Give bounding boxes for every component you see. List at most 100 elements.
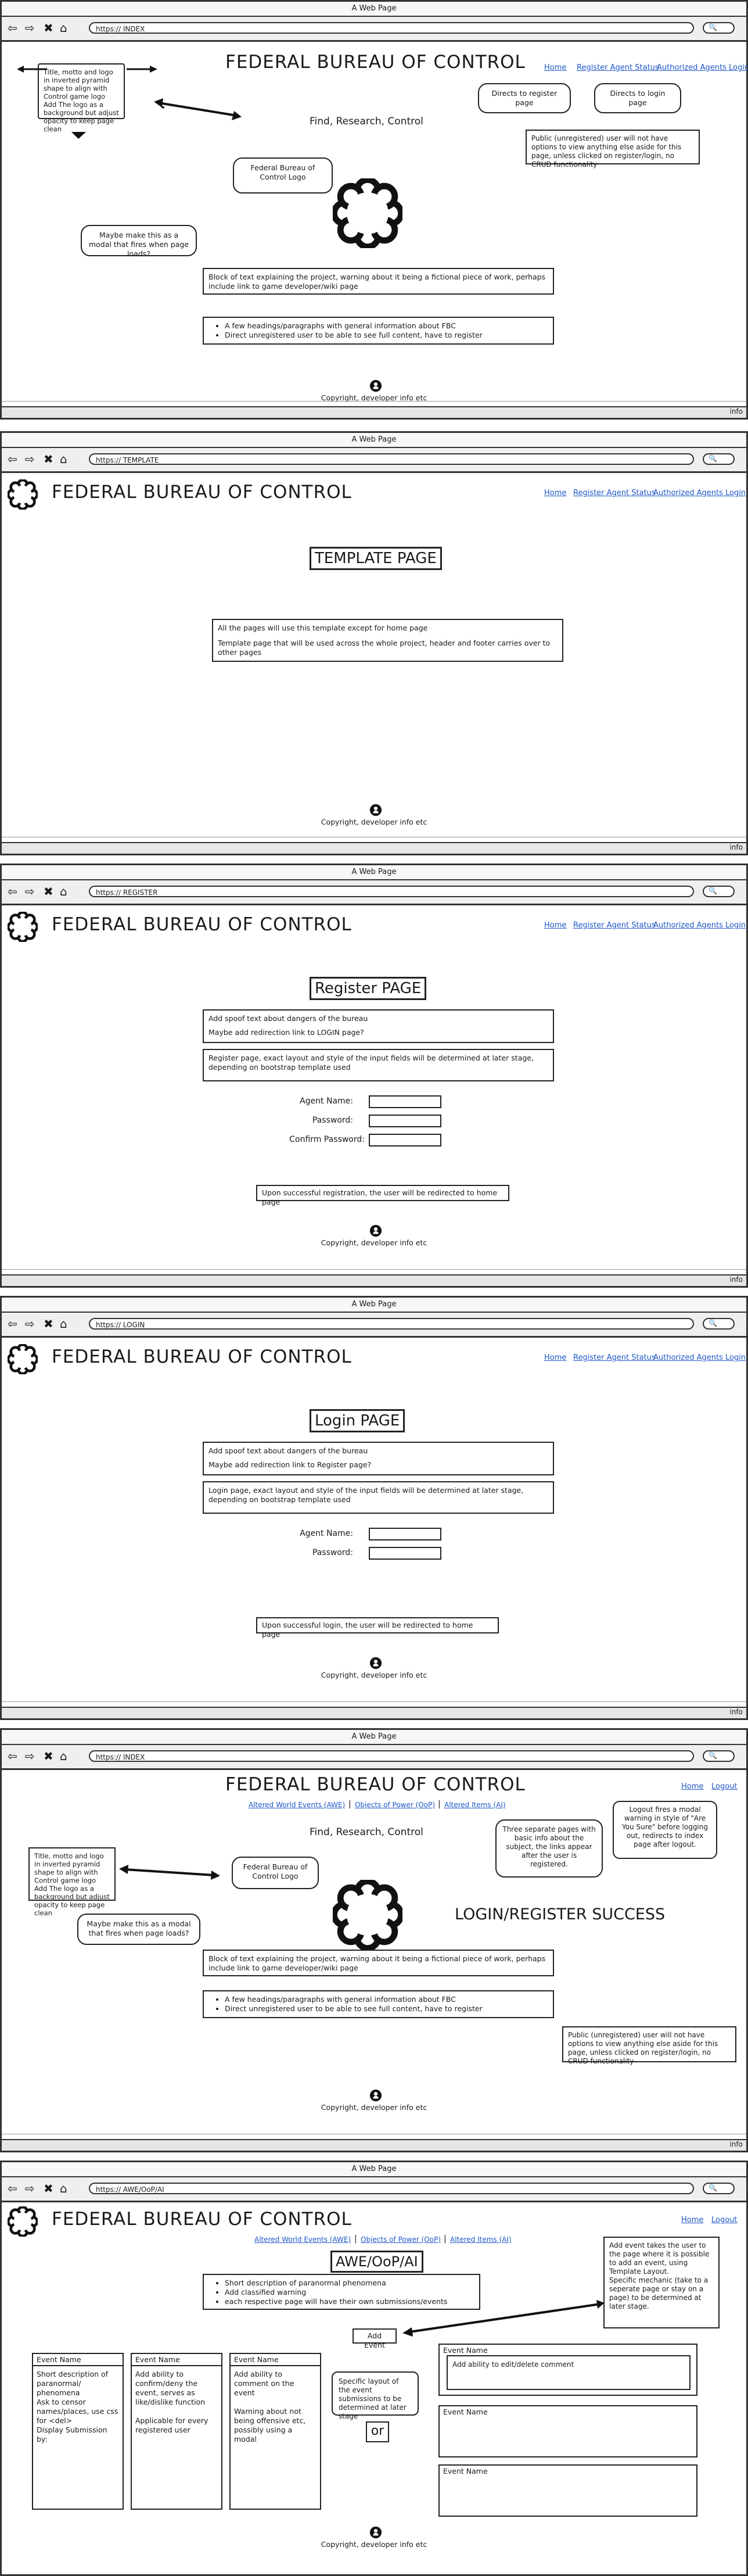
close-icon[interactable]: ✖: [44, 1750, 53, 1762]
page-awe: FEDERAL BUREAU OF CONTROL Home Logout Al…: [2, 2201, 746, 2561]
subnav-awe-link[interactable]: Altered World Events (AWE): [254, 2235, 351, 2244]
subnav-oop-link[interactable]: Objects of Power (OoP): [361, 2235, 441, 2244]
url-bar[interactable]: https:// REGISTER: [89, 886, 694, 897]
github-icon[interactable]: [369, 1657, 382, 1669]
event-name-label: Event Name: [231, 2354, 320, 2366]
fbc-logo-icon: [333, 1880, 402, 1950]
site-title: FEDERAL BUREAU OF CONTROL: [52, 482, 352, 503]
or-label: or: [366, 2421, 389, 2442]
nav-register-link[interactable]: Register Agent Status: [573, 921, 656, 930]
search-button[interactable]: 🔍: [703, 2183, 735, 2194]
home-icon[interactable]: ⌂: [60, 1750, 67, 1762]
forward-icon[interactable]: ⇨: [25, 886, 35, 897]
github-icon[interactable]: [369, 2089, 382, 2102]
nav-login-link[interactable]: Authorized Agents Login: [653, 921, 746, 930]
page-title: AWE/OoP/AI: [330, 2251, 423, 2273]
search-button[interactable]: 🔍: [703, 22, 735, 34]
nav-home-link[interactable]: Home: [681, 2216, 703, 2224]
home-icon[interactable]: ⌂: [60, 22, 67, 34]
nav-home-link[interactable]: Home: [544, 1353, 566, 1362]
info-bullet: A few headings/paragraphs with general i…: [225, 1995, 548, 2004]
home-icon[interactable]: ⌂: [60, 2183, 67, 2194]
forward-icon[interactable]: ⇨: [25, 1318, 35, 1330]
fbc-logo-icon: [8, 2206, 38, 2237]
event-name-label: Event Name: [443, 2346, 488, 2355]
page-title: Register PAGE: [310, 977, 427, 1000]
subnav-awe-link[interactable]: Altered World Events (AWE): [249, 1801, 345, 1809]
search-button[interactable]: 🔍: [703, 1750, 735, 1762]
nav-logout-link[interactable]: Logout: [711, 1782, 738, 1791]
browser-toolbar: ⇦ ⇨ ✖ ⌂ https:// TEMPLATE 🔍: [2, 448, 746, 473]
close-icon[interactable]: ✖: [44, 1318, 53, 1330]
modal-bubble: Maybe make this as a modal that fires wh…: [77, 1914, 200, 1945]
url-bar[interactable]: https:// LOGIN: [89, 1318, 694, 1330]
forward-icon[interactable]: ⇨: [25, 1750, 35, 1762]
logo-bubble: Federal Bureau of Control Logo: [233, 157, 333, 194]
home-icon[interactable]: ⌂: [60, 1318, 67, 1330]
nav-home-link[interactable]: Home: [544, 489, 566, 497]
close-icon[interactable]: ✖: [44, 22, 53, 34]
subnav-ai-link[interactable]: Altered Items (AI): [450, 2235, 512, 2244]
subnav-ai-link[interactable]: Altered Items (AI): [444, 1801, 506, 1809]
confirm-password-input[interactable]: [369, 1134, 441, 1147]
event-comment-note: Add ability to comment on the event Warn…: [234, 2370, 306, 2444]
home-icon[interactable]: ⌂: [60, 886, 67, 897]
github-icon[interactable]: [369, 1224, 382, 1237]
search-button[interactable]: 🔍: [703, 453, 735, 465]
password-input[interactable]: [369, 1547, 441, 1560]
nav-login-link[interactable]: Authorized Agents Login: [653, 1353, 746, 1362]
browser-window-login: A Web Page ⇦ ⇨ ✖ ⌂ https:// LOGIN 🔍 FEDE…: [0, 1296, 748, 1720]
search-button[interactable]: 🔍: [703, 886, 735, 897]
success-note: Upon successful login, the user will be …: [256, 1617, 499, 1639]
nav-home-link[interactable]: Home: [681, 1782, 703, 1791]
nav-home-link[interactable]: Home: [544, 63, 566, 72]
back-icon[interactable]: ⇦: [8, 453, 17, 465]
forward-icon[interactable]: ⇨: [25, 2183, 35, 2194]
success-note: Upon successful registration, the user w…: [256, 1185, 509, 1206]
back-icon[interactable]: ⇦: [8, 22, 17, 34]
description-bullet: Short description of paranormal phenomen…: [225, 2278, 474, 2288]
template-note: All the pages will use this template exc…: [212, 619, 563, 662]
nav-logout-link[interactable]: Logout: [711, 2216, 738, 2224]
nav-register-link[interactable]: Register Agent Status: [573, 1353, 656, 1362]
close-icon[interactable]: ✖: [44, 453, 53, 465]
url-bar[interactable]: https:// INDEX: [89, 1750, 694, 1762]
browser-toolbar: ⇦ ⇨ ✖ ⌂ https:// INDEX 🔍: [2, 1745, 746, 1770]
url-bar[interactable]: https:// INDEX: [89, 22, 694, 34]
agent-name-input[interactable]: [369, 1528, 441, 1540]
browser-toolbar: ⇦ ⇨ ✖ ⌂ https:// LOGIN 🔍: [2, 1313, 746, 1338]
home-icon[interactable]: ⌂: [60, 453, 67, 465]
back-icon[interactable]: ⇦: [8, 1318, 17, 1330]
info-bullet: Direct unregistered user to be able to s…: [225, 331, 548, 340]
search-button[interactable]: 🔍: [703, 1318, 735, 1330]
forward-icon[interactable]: ⇨: [25, 453, 35, 465]
url-bar[interactable]: https:// AWE/OoP/AI: [89, 2183, 694, 2194]
github-icon[interactable]: [369, 2526, 382, 2539]
nav-register-link[interactable]: Register Agent Status: [577, 63, 659, 72]
close-icon[interactable]: ✖: [44, 886, 53, 897]
nav-login-link[interactable]: Authorized Agents Login: [653, 489, 746, 497]
event-name-label: Event Name: [33, 2354, 123, 2366]
password-input[interactable]: [369, 1115, 441, 1127]
nav-home-link[interactable]: Home: [544, 921, 566, 930]
add-event-button[interactable]: Add Event: [353, 2328, 397, 2349]
footer-text: Copyright, developer info etc: [321, 2103, 427, 2112]
browser-window-success: A Web Page ⇦ ⇨ ✖ ⌂ https:// INDEX 🔍 FEDE…: [0, 1728, 748, 2152]
back-icon[interactable]: ⇦: [8, 886, 17, 897]
back-icon[interactable]: ⇦: [8, 2183, 17, 2194]
nav-register-link[interactable]: Register Agent Status: [573, 489, 656, 497]
url-bar[interactable]: https:// TEMPLATE: [89, 453, 694, 465]
page-index: Title, motto and logo in inverted pyrami…: [2, 40, 748, 402]
github-icon[interactable]: [369, 379, 382, 392]
close-icon[interactable]: ✖: [44, 2183, 53, 2194]
subnav-oop-link[interactable]: Objects of Power (OoP): [355, 1801, 435, 1809]
info-icon: info: [729, 1276, 743, 1284]
info-icon: info: [729, 1708, 743, 1716]
forward-icon[interactable]: ⇨: [25, 22, 35, 34]
back-icon[interactable]: ⇦: [8, 1750, 17, 1762]
nav-login-link[interactable]: Authorized Agents Login: [657, 63, 748, 72]
info-list: A few headings/paragraphs with general i…: [203, 1990, 554, 2018]
agent-name-input[interactable]: [369, 1095, 441, 1108]
status-bar: info: [2, 1274, 746, 1286]
github-icon[interactable]: [369, 804, 382, 816]
